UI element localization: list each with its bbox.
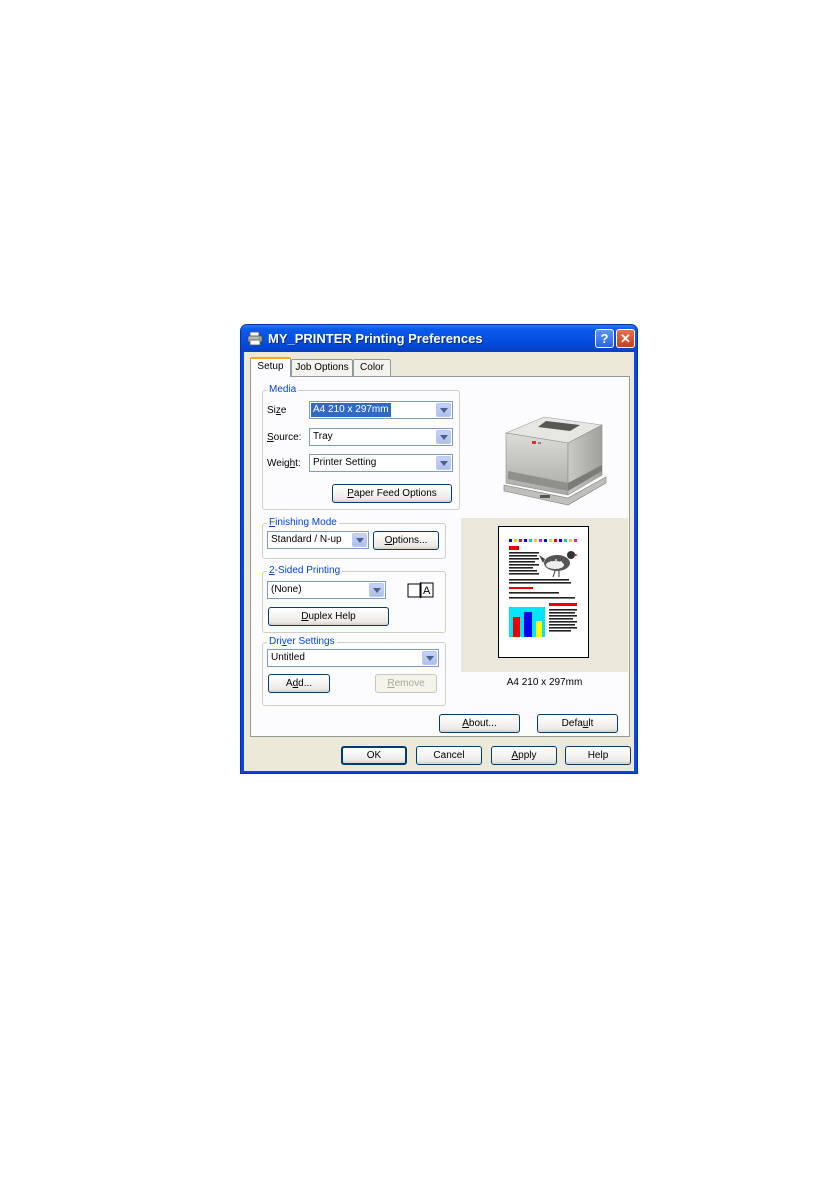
chevron-down-icon[interactable] — [436, 456, 451, 470]
duplex-icon-letter: A — [423, 585, 431, 597]
page-preview-box — [461, 518, 628, 672]
title-help-button[interactable]: ? — [595, 329, 614, 348]
ok-button[interactable]: OK — [341, 746, 407, 765]
finishing-mode-value: Standard / N-up — [271, 534, 342, 545]
cancel-button[interactable]: Cancel — [416, 746, 482, 765]
chevron-down-icon[interactable] — [436, 403, 451, 417]
size-select[interactable]: A4 210 x 297mm — [309, 401, 453, 419]
tab-setup[interactable]: Setup — [250, 357, 291, 377]
remove-button[interactable]: Remove — [375, 674, 437, 693]
driver-settings-value: Untitled — [271, 652, 305, 663]
add-button[interactable]: Add... — [268, 674, 330, 693]
chevron-down-icon[interactable] — [422, 651, 437, 665]
duplex-group-label: 2-Sided Printing — [267, 565, 343, 577]
window-title: MY_PRINTER Printing Preferences — [268, 331, 483, 346]
duplex-value: (None) — [271, 584, 302, 595]
weight-label: Weight: — [267, 458, 301, 469]
size-value: A4 210 x 297mm — [311, 403, 391, 417]
source-select[interactable]: Tray — [309, 428, 453, 446]
finishing-mode-label: Finishing Mode — [267, 517, 339, 529]
preview-caption: A4 210 x 297mm — [506, 677, 583, 688]
chevron-down-icon[interactable] — [369, 583, 384, 597]
printing-preferences-window: MY_PRINTER Printing Preferences ? ✕ Setu… — [240, 324, 638, 774]
media-group-label: Media — [267, 384, 299, 396]
weight-select[interactable]: Printer Setting — [309, 454, 453, 472]
printer-image — [503, 416, 607, 506]
duplex-book-icon: A — [407, 582, 434, 599]
weight-value: Printer Setting — [313, 457, 377, 468]
title-close-button[interactable]: ✕ — [616, 329, 635, 348]
finishing-mode-select[interactable]: Standard / N-up — [267, 531, 369, 549]
setup-tab-panel: Media Size A4 210 x 297mm Source: Tray W… — [250, 376, 630, 737]
tab-color[interactable]: Color — [353, 359, 391, 376]
chevron-down-icon[interactable] — [436, 430, 451, 444]
printer-icon — [247, 331, 263, 346]
chevron-down-icon[interactable] — [352, 533, 367, 547]
duplex-select[interactable]: (None) — [267, 581, 386, 599]
driver-settings-select[interactable]: Untitled — [267, 649, 439, 667]
dialog-client-area: Setup Job Options Color Media Size A4 21… — [244, 352, 634, 771]
paper-feed-options-button[interactable]: Paper Feed Options — [332, 484, 452, 503]
tab-job-options[interactable]: Job Options — [291, 359, 353, 376]
about-button[interactable]: About... — [439, 714, 520, 733]
finishing-options-button[interactable]: Options... — [373, 531, 439, 550]
default-button[interactable]: Default — [537, 714, 618, 733]
preview-sheet — [498, 526, 589, 658]
preview-page-content — [509, 539, 578, 637]
help-button[interactable]: Help — [565, 746, 631, 765]
duplex-help-button[interactable]: Duplex Help — [268, 607, 389, 626]
driver-settings-label: Driver Settings — [267, 636, 337, 648]
title-bar[interactable]: MY_PRINTER Printing Preferences ? ✕ — [241, 325, 637, 352]
source-value: Tray — [313, 431, 333, 442]
source-label: Source: — [267, 432, 302, 443]
apply-button[interactable]: Apply — [491, 746, 557, 765]
size-label: Size — [267, 405, 287, 416]
